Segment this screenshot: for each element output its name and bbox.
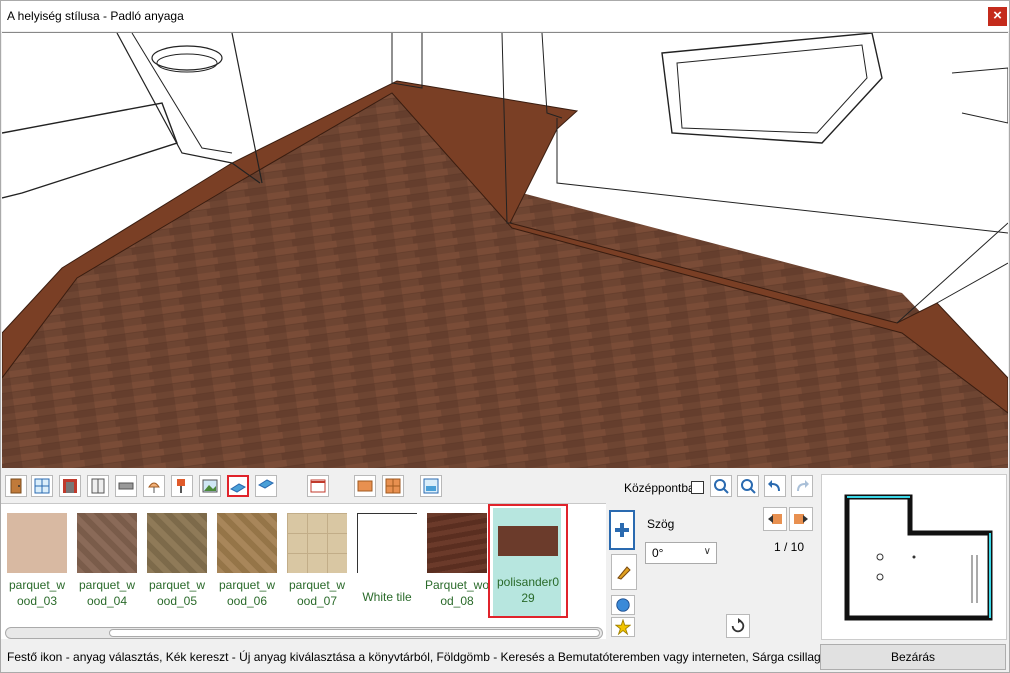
- tile-icon[interactable]: [354, 475, 376, 497]
- window-title: A helyiség stílusa - Padló anyaga: [7, 9, 184, 23]
- material-item[interactable]: parquet_w ood_05: [143, 508, 211, 616]
- shelf-icon[interactable]: [115, 475, 137, 497]
- material-item[interactable]: parquet_w ood_03: [3, 508, 71, 616]
- material-scrollbar[interactable]: [5, 627, 603, 639]
- material-label: parquet_w ood_07: [288, 578, 346, 608]
- material-swatch: [217, 513, 277, 573]
- material-label: Parquet_wo od_08: [424, 578, 490, 608]
- angle-value: 0°: [652, 546, 664, 560]
- paint-roller-icon[interactable]: [420, 475, 442, 497]
- material-swatch: [287, 513, 347, 573]
- cabinet-icon[interactable]: [87, 475, 109, 497]
- material-item[interactable]: parquet_w ood_04: [73, 508, 141, 616]
- close-button[interactable]: Bezárás: [820, 644, 1006, 670]
- material-item[interactable]: White tile: [353, 508, 421, 616]
- lamp-icon[interactable]: [143, 475, 165, 497]
- material-label: parquet_w ood_06: [218, 578, 276, 608]
- material-label: parquet_w ood_05: [148, 578, 206, 608]
- chevron-down-icon: ∨: [703, 546, 711, 557]
- door-icon[interactable]: [5, 475, 27, 497]
- material-label: parquet_w ood_04: [78, 578, 136, 608]
- redo-icon[interactable]: [791, 475, 813, 497]
- material-swatch: [77, 513, 137, 573]
- center-checkbox[interactable]: [691, 481, 704, 494]
- material-item[interactable]: parquet_w ood_07: [283, 508, 351, 616]
- previous-page-icon[interactable]: [763, 507, 787, 531]
- material-label: parquet_w ood_03: [8, 578, 66, 608]
- material-item[interactable]: parquet_w ood_06: [213, 508, 281, 616]
- material-list: parquet_w ood_03 parquet_w ood_04 parque…: [1, 503, 606, 639]
- material-swatch: [357, 513, 417, 573]
- scrollbar-thumb[interactable]: [109, 629, 600, 637]
- status-bar-text: Festő ikon - anyag választás, Kék keresz…: [7, 650, 877, 664]
- dialog-window: A helyiség stílusa - Padló anyaga × Közé…: [0, 0, 1010, 673]
- star-icon[interactable]: [611, 617, 635, 637]
- material-label: White tile: [362, 590, 412, 604]
- picture-icon[interactable]: [199, 475, 221, 497]
- ceiling-material-icon[interactable]: [255, 475, 277, 497]
- zoom-in-icon[interactable]: [710, 475, 732, 497]
- floor-plan-preview[interactable]: [821, 474, 1007, 640]
- angle-label: Szög: [647, 517, 675, 531]
- floor-material-icon[interactable]: [227, 475, 249, 497]
- floor-lamp-icon[interactable]: [171, 475, 193, 497]
- zoom-out-icon[interactable]: [737, 475, 759, 497]
- new-material-from-library-button[interactable]: [609, 510, 635, 550]
- tile-grid-icon[interactable]: [382, 475, 404, 497]
- material-swatch: [147, 513, 207, 573]
- material-label: polisander0 29: [496, 575, 560, 605]
- room-render: [2, 33, 1008, 468]
- center-label: Középpontba: [624, 481, 695, 495]
- material-swatch: [498, 526, 558, 556]
- material-swatch: [7, 513, 67, 573]
- undo-icon[interactable]: [764, 475, 786, 497]
- next-page-icon[interactable]: [789, 507, 813, 531]
- 3d-room-viewport[interactable]: [2, 32, 1008, 468]
- wall-texture-icon[interactable]: [59, 475, 81, 497]
- material-item-selected[interactable]: polisander0 29: [488, 504, 568, 618]
- paint-icon[interactable]: [611, 554, 637, 590]
- title-bar: A helyiség stílusa - Padló anyaga ×: [1, 1, 1009, 31]
- curtain-icon[interactable]: [307, 475, 329, 497]
- material-swatch: [427, 513, 487, 573]
- globe-icon[interactable]: [611, 595, 635, 615]
- angle-select[interactable]: 0° ∨: [645, 542, 717, 564]
- window-icon[interactable]: [31, 475, 53, 497]
- floor-plan-drawing: [844, 494, 993, 621]
- refresh-icon[interactable]: [726, 614, 750, 638]
- close-icon[interactable]: ×: [988, 7, 1007, 26]
- material-item[interactable]: Parquet_wo od_08: [423, 508, 491, 616]
- page-indicator: 1 / 10: [774, 540, 805, 554]
